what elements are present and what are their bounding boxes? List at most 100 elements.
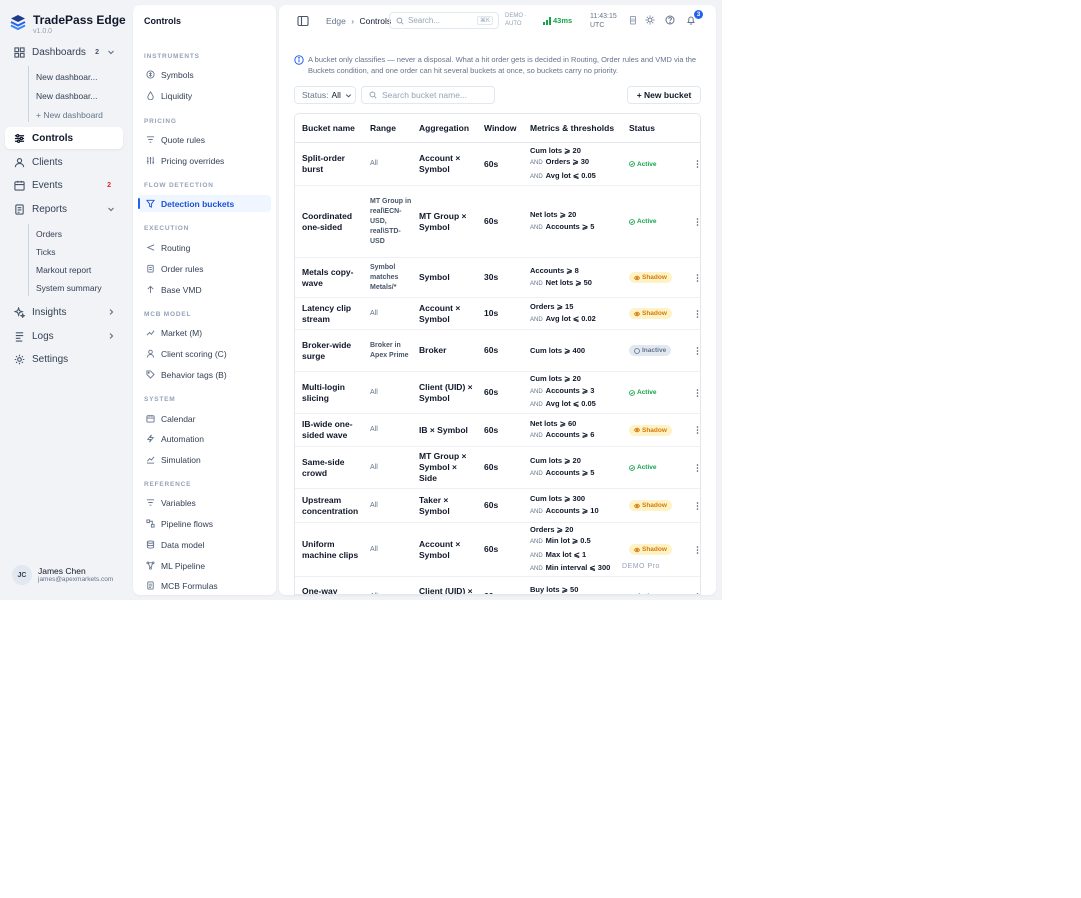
bucket-name[interactable]: Split-order burst: [302, 143, 362, 185]
bucket-name[interactable]: Upstream concentration: [302, 489, 362, 522]
chevron-right-icon[interactable]: [107, 308, 115, 316]
bucket-range: All: [370, 577, 412, 595]
row-menu-button[interactable]: [696, 186, 700, 257]
chevron-down-icon[interactable]: [107, 205, 115, 213]
mode-indicator[interactable]: DEMO · AUTO: [505, 12, 527, 28]
table-row[interactable]: IB-wide one-sided wave All IB × Symbol 60s N…: [295, 414, 700, 447]
column-header-metrics[interactable]: Metrics & thresholds: [530, 114, 614, 143]
status-filter-dropdown[interactable]: Status: All: [294, 86, 356, 104]
subnav-ticks[interactable]: Ticks: [36, 247, 56, 257]
bucket-name[interactable]: Multi-login slicing: [302, 372, 362, 413]
bucket-name[interactable]: Broker-wide surge: [302, 330, 362, 371]
column-header-window[interactable]: Window: [484, 114, 517, 143]
panel-item-symbols[interactable]: Symbols: [138, 66, 271, 83]
panel-item-variables[interactable]: Variables: [138, 494, 271, 511]
nav-item-controls[interactable]: Controls: [5, 127, 123, 149]
nav-item-dashboards[interactable]: Dashboards 2: [5, 41, 123, 63]
table-row[interactable]: Broker-wide surge Broker in Apex Prime Bro…: [295, 330, 700, 372]
panel-item-calendar[interactable]: Calendar: [138, 410, 271, 427]
panel-item-market[interactable]: Market (M): [138, 324, 271, 341]
panel-item-detection-buckets[interactable]: Detection buckets: [138, 195, 271, 212]
sidebar-toggle-icon[interactable]: [297, 15, 309, 27]
metric-threshold: AND Accounts ⩾ 5: [530, 221, 594, 235]
subnav-dashboard-1[interactable]: New dashboar...: [36, 72, 97, 82]
panel-item-base-vmd[interactable]: Base VMD: [138, 281, 271, 298]
subnav-dashboard-2[interactable]: New dashboar...: [36, 91, 97, 101]
row-menu-button[interactable]: [696, 489, 700, 522]
row-menu-button[interactable]: [696, 258, 700, 297]
nav-item-logs[interactable]: Logs: [5, 325, 123, 347]
help-icon[interactable]: [665, 15, 675, 25]
panel-item-mcb-formulas[interactable]: MCB Formulas: [138, 577, 271, 594]
column-header-bucket-name[interactable]: Bucket name: [302, 114, 355, 143]
row-menu-button[interactable]: [696, 523, 700, 576]
table-row[interactable]: Multi-login slicing All Client (UID) × Sym…: [295, 372, 700, 414]
row-menu-button[interactable]: [696, 414, 700, 446]
panel-item-client-scoring[interactable]: Client scoring (C): [138, 345, 271, 362]
subnav-markout-report[interactable]: Markout report: [36, 265, 91, 275]
metric-text: Avg lot ⩽ 0.02: [545, 313, 596, 323]
row-menu-button[interactable]: [696, 330, 700, 371]
item-label: Base VMD: [161, 284, 202, 295]
sparkles-icon: [14, 306, 25, 318]
nav-item-clients[interactable]: Clients: [5, 151, 123, 173]
column-header-range[interactable]: Range: [370, 114, 396, 143]
brand[interactable]: TradePass Edge v1.0.0: [10, 12, 126, 36]
subnav-orders[interactable]: Orders: [36, 229, 62, 239]
mode-line-2: AUTO: [505, 21, 522, 27]
status-badge: Inactive: [629, 345, 672, 356]
bucket-search-input[interactable]: Search bucket name...: [361, 86, 495, 104]
sun-icon[interactable]: [645, 15, 655, 25]
panel-item-pipeline-flows[interactable]: Pipeline flows: [138, 515, 271, 532]
column-header-aggregation[interactable]: Aggregation: [419, 114, 469, 143]
user-profile[interactable]: JC James Chen james@apexmarkets.com: [12, 565, 113, 585]
panel-item-ml-pipeline[interactable]: ML Pipeline: [138, 557, 271, 574]
bucket-name[interactable]: Latency clip stream: [302, 298, 362, 329]
metric-text: Min lot ⩾ 0.5: [545, 536, 591, 545]
panel-item-simulation[interactable]: Simulation: [138, 451, 271, 468]
new-bucket-button[interactable]: + New bucket: [627, 86, 701, 104]
bucket-name[interactable]: Coordinated one-sided: [302, 186, 362, 257]
panel-item-data-model[interactable]: Data model: [138, 536, 271, 553]
row-menu-button[interactable]: [696, 372, 700, 413]
breadcrumb-root[interactable]: Edge: [326, 16, 346, 26]
table-row[interactable]: Split-order burst All Account × Symbol 60s C…: [295, 143, 700, 186]
table-row[interactable]: Upstream concentration All Taker × Symbol 6…: [295, 489, 700, 523]
bucket-name[interactable]: Metals copy-wave: [302, 258, 362, 297]
bucket-status: Inactive: [629, 330, 689, 371]
panel-item-quote-rules[interactable]: Quote rules: [138, 131, 271, 148]
panel-item-routing[interactable]: Routing: [138, 239, 271, 256]
nav-item-reports[interactable]: Reports: [5, 198, 123, 220]
nav-item-settings[interactable]: Settings: [5, 348, 123, 370]
panel-item-automation[interactable]: Automation: [138, 430, 271, 447]
row-menu-button[interactable]: [696, 143, 700, 185]
chevron-down-icon[interactable]: [107, 48, 115, 56]
subnav-system-summary[interactable]: System summary: [36, 283, 102, 293]
bucket-name[interactable]: IB-wide one-sided wave: [302, 414, 362, 446]
new-dashboard-link[interactable]: + New dashboard: [36, 110, 103, 120]
nav-item-events[interactable]: Events 2: [5, 174, 123, 196]
row-menu-button[interactable]: [696, 447, 700, 488]
table-row[interactable]: Latency clip stream All Account × Symbol 10…: [295, 298, 700, 330]
table-row[interactable]: Metals copy-wave Symbol matches Metals/* S…: [295, 258, 700, 298]
bucket-name[interactable]: Same-side crowd: [302, 447, 362, 488]
table-row[interactable]: Coordinated one-sided MT Group in real\EC…: [295, 186, 700, 258]
table-row[interactable]: One-way accumulation All Client (UID) × Sy…: [295, 577, 700, 595]
bucket-name[interactable]: One-way accumulation: [302, 577, 362, 595]
bucket-name[interactable]: Uniform machine clips: [302, 523, 362, 576]
metric-threshold: Cum lots ⩾ 20: [530, 455, 581, 467]
row-menu-button[interactable]: [696, 577, 700, 594]
table-row[interactable]: Same-side crowd All MT Group × Symbol × Si…: [295, 447, 700, 489]
global-search[interactable]: Search... ⌘K: [389, 12, 499, 29]
nav-item-insights[interactable]: Insights: [5, 301, 123, 323]
panel-item-liquidity[interactable]: Liquidity: [138, 87, 271, 104]
nav-label: Controls: [32, 132, 74, 144]
chevron-right-icon[interactable]: [107, 332, 115, 340]
panel-item-order-rules[interactable]: Order rules: [138, 260, 271, 277]
panel-item-behavior-tags[interactable]: Behavior tags (B): [138, 366, 271, 383]
panel-item-pricing-overrides[interactable]: Pricing overrides: [138, 152, 271, 169]
bucket-window: 10s: [484, 308, 499, 318]
column-header-status[interactable]: Status: [629, 114, 655, 143]
trash-icon[interactable]: [628, 15, 638, 25]
row-menu-button[interactable]: [696, 298, 700, 329]
